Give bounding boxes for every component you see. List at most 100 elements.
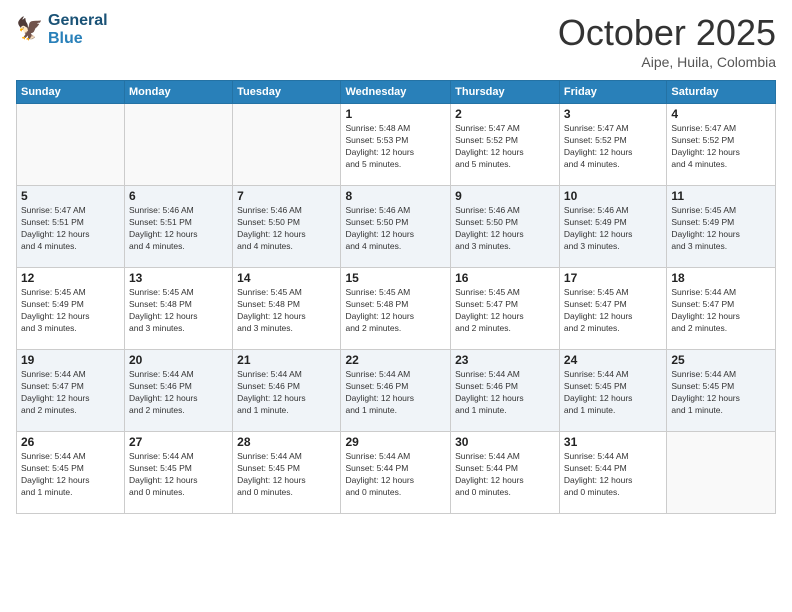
day-info: Sunrise: 5:44 AM Sunset: 5:46 PM Dayligh… — [129, 369, 228, 417]
day-info: Sunrise: 5:44 AM Sunset: 5:45 PM Dayligh… — [671, 369, 771, 417]
day-number: 16 — [455, 271, 555, 285]
day-info: Sunrise: 5:45 AM Sunset: 5:48 PM Dayligh… — [129, 287, 228, 335]
calendar-cell: 10 Sunrise: 5:46 AM Sunset: 5:49 PM Dayli… — [559, 186, 666, 268]
logo-icon: 🦅 — [16, 16, 44, 44]
calendar-cell: 9 Sunrise: 5:46 AM Sunset: 5:50 PM Daylig… — [451, 186, 560, 268]
calendar-cell: 27Sunrise: 5:44 AM Sunset: 5:45 PM Dayli… — [125, 432, 233, 514]
calendar-cell: 19Sunrise: 5:44 AM Sunset: 5:47 PM Dayli… — [17, 350, 125, 432]
calendar-week-row: 12 Sunrise: 5:45 AM Sunset: 5:49 PM Dayli… — [17, 268, 776, 350]
calendar-cell: 18 Sunrise: 5:44 AM Sunset: 5:47 PM Dayli… — [667, 268, 776, 350]
title-block: October 2025 Aipe, Huila, Colombia — [558, 12, 776, 70]
day-number: 6 — [129, 189, 228, 203]
day-info: Sunrise: 5:45 AM Sunset: 5:48 PM Dayligh… — [345, 287, 446, 335]
col-saturday: Saturday — [667, 81, 776, 104]
day-info: Sunrise: 5:47 AM Sunset: 5:52 PM Dayligh… — [671, 123, 771, 171]
day-info: Sunrise: 5:47 AM Sunset: 5:52 PM Dayligh… — [564, 123, 662, 171]
month-title: October 2025 — [558, 12, 776, 54]
calendar-week-row: 19Sunrise: 5:44 AM Sunset: 5:47 PM Dayli… — [17, 350, 776, 432]
day-number: 4 — [671, 107, 771, 121]
location-subtitle: Aipe, Huila, Colombia — [558, 54, 776, 70]
calendar-cell: 1Sunrise: 5:48 AM Sunset: 5:53 PM Daylig… — [341, 104, 451, 186]
day-info: Sunrise: 5:44 AM Sunset: 5:46 PM Dayligh… — [455, 369, 555, 417]
day-info: Sunrise: 5:44 AM Sunset: 5:47 PM Dayligh… — [21, 369, 120, 417]
day-number: 24 — [564, 353, 662, 367]
day-info: Sunrise: 5:44 AM Sunset: 5:44 PM Dayligh… — [455, 451, 555, 499]
day-number: 13 — [129, 271, 228, 285]
day-number: 18 — [671, 271, 771, 285]
page: 🦅 General Blue October 2025 Aipe, Huila,… — [0, 0, 792, 612]
day-info: Sunrise: 5:44 AM Sunset: 5:44 PM Dayligh… — [564, 451, 662, 499]
col-friday: Friday — [559, 81, 666, 104]
day-number: 22 — [345, 353, 446, 367]
calendar-cell: 5 Sunrise: 5:47 AM Sunset: 5:51 PM Daylig… — [17, 186, 125, 268]
calendar-week-row: 1Sunrise: 5:48 AM Sunset: 5:53 PM Daylig… — [17, 104, 776, 186]
col-thursday: Thursday — [451, 81, 560, 104]
col-wednesday: Wednesday — [341, 81, 451, 104]
day-info: Sunrise: 5:47 AM Sunset: 5:52 PM Dayligh… — [455, 123, 555, 171]
day-info: Sunrise: 5:46 AM Sunset: 5:50 PM Dayligh… — [345, 205, 446, 253]
calendar-cell: 7 Sunrise: 5:46 AM Sunset: 5:50 PM Daylig… — [233, 186, 341, 268]
calendar-cell — [233, 104, 341, 186]
calendar-cell: 14 Sunrise: 5:45 AM Sunset: 5:48 PM Dayli… — [233, 268, 341, 350]
calendar-cell: 16 Sunrise: 5:45 AM Sunset: 5:47 PM Dayli… — [451, 268, 560, 350]
day-number: 31 — [564, 435, 662, 449]
day-info: Sunrise: 5:44 AM Sunset: 5:45 PM Dayligh… — [21, 451, 120, 499]
day-number: 11 — [671, 189, 771, 203]
col-tuesday: Tuesday — [233, 81, 341, 104]
calendar-cell: 11 Sunrise: 5:45 AM Sunset: 5:49 PM Dayli… — [667, 186, 776, 268]
calendar-cell: 4 Sunrise: 5:47 AM Sunset: 5:52 PM Daylig… — [667, 104, 776, 186]
day-info: Sunrise: 5:46 AM Sunset: 5:49 PM Dayligh… — [564, 205, 662, 253]
calendar-cell: 17Sunrise: 5:45 AM Sunset: 5:47 PM Dayli… — [559, 268, 666, 350]
day-info: Sunrise: 5:45 AM Sunset: 5:47 PM Dayligh… — [455, 287, 555, 335]
calendar-cell: 13 Sunrise: 5:45 AM Sunset: 5:48 PM Dayli… — [125, 268, 233, 350]
day-info: Sunrise: 5:47 AM Sunset: 5:51 PM Dayligh… — [21, 205, 120, 253]
calendar-week-row: 26 Sunrise: 5:44 AM Sunset: 5:45 PM Dayli… — [17, 432, 776, 514]
calendar-cell: 8Sunrise: 5:46 AM Sunset: 5:50 PM Daylig… — [341, 186, 451, 268]
day-number: 12 — [21, 271, 120, 285]
day-number: 15 — [345, 271, 446, 285]
day-number: 20 — [129, 353, 228, 367]
day-number: 29 — [345, 435, 446, 449]
calendar-header-row: Sunday Monday Tuesday Wednesday Thursday… — [17, 81, 776, 104]
logo-text: General Blue — [48, 12, 108, 47]
day-number: 2 — [455, 107, 555, 121]
day-info: Sunrise: 5:44 AM Sunset: 5:45 PM Dayligh… — [237, 451, 336, 499]
calendar-cell: 24Sunrise: 5:44 AM Sunset: 5:45 PM Dayli… — [559, 350, 666, 432]
calendar-cell: 28 Sunrise: 5:44 AM Sunset: 5:45 PM Dayli… — [233, 432, 341, 514]
day-info: Sunrise: 5:48 AM Sunset: 5:53 PM Dayligh… — [345, 123, 446, 171]
day-number: 28 — [237, 435, 336, 449]
day-number: 3 — [564, 107, 662, 121]
day-number: 25 — [671, 353, 771, 367]
day-info: Sunrise: 5:44 AM Sunset: 5:47 PM Dayligh… — [671, 287, 771, 335]
calendar-cell: 3 Sunrise: 5:47 AM Sunset: 5:52 PM Daylig… — [559, 104, 666, 186]
day-info: Sunrise: 5:46 AM Sunset: 5:50 PM Dayligh… — [237, 205, 336, 253]
calendar-cell: 6 Sunrise: 5:46 AM Sunset: 5:51 PM Daylig… — [125, 186, 233, 268]
calendar-cell: 15 Sunrise: 5:45 AM Sunset: 5:48 PM Dayli… — [341, 268, 451, 350]
day-number: 23 — [455, 353, 555, 367]
svg-text:🦅: 🦅 — [16, 16, 43, 41]
day-info: Sunrise: 5:45 AM Sunset: 5:48 PM Dayligh… — [237, 287, 336, 335]
day-number: 26 — [21, 435, 120, 449]
day-number: 5 — [21, 189, 120, 203]
day-number: 30 — [455, 435, 555, 449]
header: 🦅 General Blue October 2025 Aipe, Huila,… — [16, 12, 776, 70]
calendar-cell: 21Sunrise: 5:44 AM Sunset: 5:46 PM Dayli… — [233, 350, 341, 432]
calendar-cell: 30 Sunrise: 5:44 AM Sunset: 5:44 PM Dayli… — [451, 432, 560, 514]
calendar-cell: 31 Sunrise: 5:44 AM Sunset: 5:44 PM Dayli… — [559, 432, 666, 514]
day-info: Sunrise: 5:45 AM Sunset: 5:49 PM Dayligh… — [21, 287, 120, 335]
day-info: Sunrise: 5:46 AM Sunset: 5:50 PM Dayligh… — [455, 205, 555, 253]
day-number: 10 — [564, 189, 662, 203]
day-info: Sunrise: 5:44 AM Sunset: 5:46 PM Dayligh… — [345, 369, 446, 417]
day-info: Sunrise: 5:46 AM Sunset: 5:51 PM Dayligh… — [129, 205, 228, 253]
day-number: 9 — [455, 189, 555, 203]
day-number: 14 — [237, 271, 336, 285]
day-info: Sunrise: 5:44 AM Sunset: 5:44 PM Dayligh… — [345, 451, 446, 499]
day-number: 7 — [237, 189, 336, 203]
day-number: 21 — [237, 353, 336, 367]
day-number: 27 — [129, 435, 228, 449]
calendar-cell — [667, 432, 776, 514]
day-info: Sunrise: 5:45 AM Sunset: 5:49 PM Dayligh… — [671, 205, 771, 253]
logo: 🦅 General Blue — [16, 12, 108, 47]
col-sunday: Sunday — [17, 81, 125, 104]
calendar-cell: 12 Sunrise: 5:45 AM Sunset: 5:49 PM Dayli… — [17, 268, 125, 350]
